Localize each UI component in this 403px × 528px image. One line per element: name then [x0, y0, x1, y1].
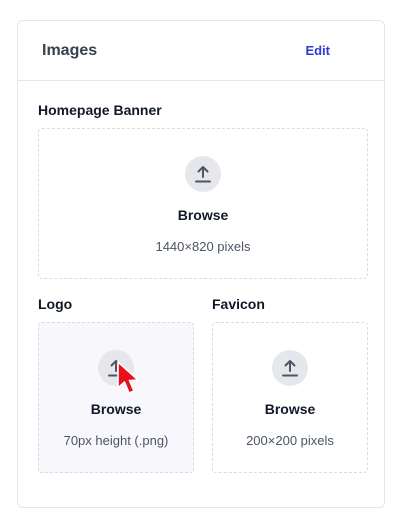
edit-button[interactable]: Edit — [305, 43, 330, 58]
browse-button[interactable]: Browse — [265, 401, 316, 417]
dimension-hint: 1440×820 pixels — [155, 239, 251, 254]
logo-label: Logo — [38, 296, 73, 312]
upload-arrow-icon — [185, 156, 221, 192]
favicon-label: Favicon — [212, 296, 265, 312]
upload-arrow-icon — [272, 350, 308, 386]
homepage-banner-dropzone[interactable]: Browse 1440×820 pixels — [38, 128, 368, 279]
homepage-banner-label: Homepage Banner — [38, 102, 162, 118]
card-header: Images Edit — [18, 21, 384, 81]
mouse-pointer-icon — [116, 360, 146, 405]
browse-button[interactable]: Browse — [178, 207, 229, 223]
card-title: Images — [42, 41, 98, 59]
dimension-hint: 200×200 pixels — [246, 433, 334, 448]
favicon-dropzone[interactable]: Browse 200×200 pixels — [212, 322, 368, 473]
dimension-hint: 70px height (.png) — [63, 433, 169, 448]
